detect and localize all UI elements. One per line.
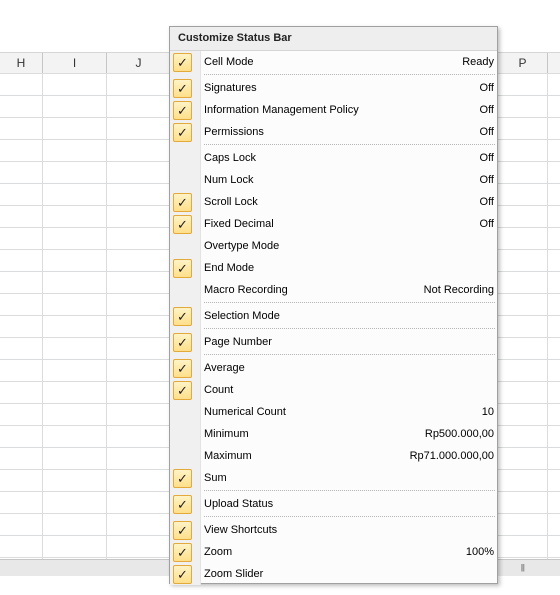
menu-item-macro-recording[interactable]: Macro Recording Not Recording bbox=[170, 279, 497, 301]
menu-item-label: Permissions bbox=[204, 126, 264, 138]
menu-item-numerical-count[interactable]: Numerical Count 10 bbox=[170, 401, 497, 423]
menu-item-label: Count bbox=[204, 384, 234, 396]
menu-item-value: Rp500.000,00 bbox=[424, 428, 494, 440]
menu-item-value: Off bbox=[479, 104, 494, 116]
menu-item-value: Not Recording bbox=[423, 284, 494, 296]
menu-item-zoom-slider[interactable]: ✓ Zoom Slider bbox=[170, 563, 497, 585]
menu-item-label: Overtype Mode bbox=[204, 240, 280, 252]
checkmark-icon: ✓ bbox=[173, 79, 192, 98]
column-header-h[interactable]: H bbox=[0, 53, 43, 73]
checkmark-icon: ✓ bbox=[173, 495, 192, 514]
menu-item-value: 100% bbox=[465, 546, 494, 558]
menu-item-permissions[interactable]: ✓ Permissions Off bbox=[170, 121, 497, 143]
checkmark-icon: ✓ bbox=[173, 565, 192, 584]
checkmark-icon: ✓ bbox=[173, 469, 192, 488]
menu-item-overtype-mode[interactable]: Overtype Mode bbox=[170, 235, 497, 257]
menu-item-value: Ready bbox=[462, 56, 494, 68]
menu-item-list: ✓ Cell Mode Ready ✓ Signatures Off ✓ Informatio… bbox=[170, 51, 497, 585]
menu-item-label: Signatures bbox=[204, 82, 257, 94]
menu-item-label: Maximum bbox=[204, 450, 252, 462]
menu-item-label: Numerical Count bbox=[204, 406, 286, 418]
menu-item-scroll-lock[interactable]: ✓ Scroll Lock Off bbox=[170, 191, 497, 213]
menu-item-end-mode[interactable]: ✓ End Mode bbox=[170, 257, 497, 279]
grid-column-line bbox=[42, 73, 43, 560]
menu-item-value: Off bbox=[479, 174, 494, 186]
checkmark-icon: ✓ bbox=[173, 215, 192, 234]
checkmark-icon: ✓ bbox=[173, 359, 192, 378]
column-header-next[interactable] bbox=[548, 53, 560, 73]
menu-title: Customize Status Bar bbox=[170, 27, 497, 51]
menu-item-label: Average bbox=[204, 362, 245, 374]
menu-item-label: Upload Status bbox=[204, 498, 274, 510]
menu-item-label: Page Number bbox=[204, 336, 272, 348]
menu-item-value: Off bbox=[479, 152, 494, 164]
menu-item-cell-mode[interactable]: ✓ Cell Mode Ready bbox=[170, 51, 497, 73]
menu-item-label: Scroll Lock bbox=[204, 196, 258, 208]
menu-item-label: View Shortcuts bbox=[204, 524, 278, 536]
menu-item-upload-status[interactable]: ✓ Upload Status bbox=[170, 493, 497, 515]
menu-item-label: Num Lock bbox=[204, 174, 254, 186]
menu-item-zoom[interactable]: ✓ Zoom 100% bbox=[170, 541, 497, 563]
menu-item-value: Off bbox=[479, 218, 494, 230]
menu-item-information-management-policy[interactable]: ✓ Information Management Policy Off bbox=[170, 99, 497, 121]
menu-item-selection-mode[interactable]: ✓ Selection Mode bbox=[170, 305, 497, 327]
menu-item-signatures[interactable]: ✓ Signatures Off bbox=[170, 77, 497, 99]
menu-item-value: 10 bbox=[481, 406, 494, 418]
menu-item-view-shortcuts[interactable]: ✓ View Shortcuts bbox=[170, 519, 497, 541]
menu-item-value: Off bbox=[479, 126, 494, 138]
menu-item-minimum[interactable]: Minimum Rp500.000,00 bbox=[170, 423, 497, 445]
menu-item-value: Rp71.000.000,00 bbox=[409, 450, 494, 462]
checkmark-icon: ✓ bbox=[173, 53, 192, 72]
menu-item-sum[interactable]: ✓ Sum bbox=[170, 467, 497, 489]
menu-item-label: Fixed Decimal bbox=[204, 218, 274, 230]
menu-item-fixed-decimal[interactable]: ✓ Fixed Decimal Off bbox=[170, 213, 497, 235]
scroll-grip-icon[interactable]: ||| bbox=[521, 563, 525, 572]
menu-item-label: Zoom Slider bbox=[204, 568, 264, 580]
checkmark-icon: ✓ bbox=[173, 259, 192, 278]
menu-item-label: Selection Mode bbox=[204, 310, 280, 322]
menu-item-value: Off bbox=[479, 196, 494, 208]
grid-column-line bbox=[106, 73, 107, 560]
menu-item-label: Minimum bbox=[204, 428, 249, 440]
checkmark-icon: ✓ bbox=[173, 521, 192, 540]
menu-item-maximum[interactable]: Maximum Rp71.000.000,00 bbox=[170, 445, 497, 467]
menu-item-num-lock[interactable]: Num Lock Off bbox=[170, 169, 497, 191]
grid-column-line bbox=[547, 73, 548, 560]
menu-item-label: End Mode bbox=[204, 262, 255, 274]
column-header-i[interactable]: I bbox=[43, 53, 107, 73]
menu-item-caps-lock[interactable]: Caps Lock Off bbox=[170, 147, 497, 169]
menu-item-label: Macro Recording bbox=[204, 284, 288, 296]
customize-status-bar-menu: Customize Status Bar ✓ Cell Mode Ready ✓ Sig… bbox=[169, 26, 498, 585]
menu-item-page-number[interactable]: ✓ Page Number bbox=[170, 331, 497, 353]
checkmark-icon: ✓ bbox=[173, 193, 192, 212]
checkmark-icon: ✓ bbox=[173, 543, 192, 562]
checkmark-icon: ✓ bbox=[173, 381, 192, 400]
menu-item-average[interactable]: ✓ Average bbox=[170, 357, 497, 379]
menu-item-count[interactable]: ✓ Count bbox=[170, 379, 497, 401]
menu-item-label: Information Management Policy bbox=[204, 104, 359, 116]
checkmark-icon: ✓ bbox=[173, 101, 192, 120]
menu-item-label: Cell Mode bbox=[204, 56, 254, 68]
checkmark-icon: ✓ bbox=[173, 307, 192, 326]
menu-item-label: Sum bbox=[204, 472, 227, 484]
checkmark-icon: ✓ bbox=[173, 333, 192, 352]
menu-item-value: Off bbox=[479, 82, 494, 94]
checkmark-icon: ✓ bbox=[173, 123, 192, 142]
menu-item-label: Caps Lock bbox=[204, 152, 256, 164]
column-header-j[interactable]: J bbox=[107, 53, 171, 73]
menu-item-label: Zoom bbox=[204, 546, 233, 558]
column-header-p[interactable]: P bbox=[498, 53, 548, 73]
